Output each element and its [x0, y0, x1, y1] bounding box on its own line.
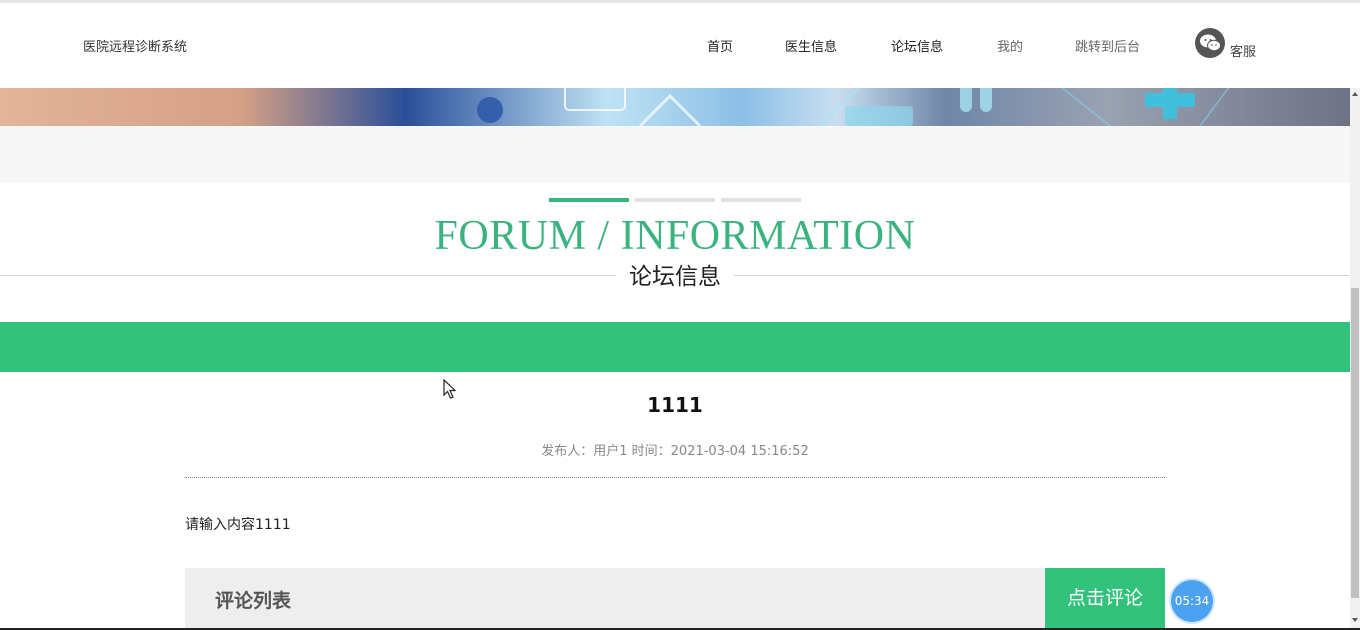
nav-item-doctors[interactable]: 医生信息	[785, 36, 837, 55]
main-nav: 首页 医生信息 论坛信息 我的 跳转到后台	[0, 36, 1350, 56]
scroll-down-icon[interactable]	[1352, 618, 1358, 622]
wechat-icon[interactable]	[1195, 28, 1225, 58]
indicator-bar	[635, 198, 715, 202]
floating-timer-badge[interactable]: 05:34	[1171, 580, 1213, 622]
section-title-en: FORUM / INFORMATION	[434, 213, 916, 259]
banner-spacer	[0, 126, 1350, 183]
comment-list-header: 评论列表 点击评论	[185, 568, 1165, 628]
section-green-bar	[0, 322, 1350, 372]
nav-item-admin[interactable]: 跳转到后台	[1075, 36, 1140, 55]
indicator-bar-active	[549, 198, 629, 202]
page-scrollbar[interactable]	[1350, 88, 1360, 628]
nav-item-forum[interactable]: 论坛信息	[891, 36, 943, 55]
section-title-cn: 论坛信息	[616, 262, 734, 292]
mouse-cursor-icon	[443, 379, 457, 399]
site-header: 医院远程诊断系统 首页 医生信息 论坛信息 我的 跳转到后台 客服	[0, 3, 1350, 88]
post-meta: 发布人：用户1 时间：2021-03-04 15:16:52	[541, 444, 809, 459]
nav-item-mine[interactable]: 我的	[997, 36, 1023, 55]
section-indicator	[549, 198, 809, 202]
scroll-up-icon[interactable]	[1352, 92, 1358, 96]
hero-banner-image	[0, 88, 1350, 126]
indicator-bar	[721, 198, 801, 202]
scrollbar-thumb[interactable]	[1351, 288, 1359, 598]
post-content: 请输入内容1111	[185, 517, 291, 533]
nav-item-home[interactable]: 首页	[707, 36, 733, 55]
post-title: 1111	[647, 393, 703, 417]
comment-list-title: 评论列表	[215, 590, 292, 612]
add-comment-button[interactable]: 点击评论	[1045, 568, 1165, 628]
post-divider	[185, 477, 1165, 478]
service-label[interactable]: 客服	[1230, 41, 1256, 60]
